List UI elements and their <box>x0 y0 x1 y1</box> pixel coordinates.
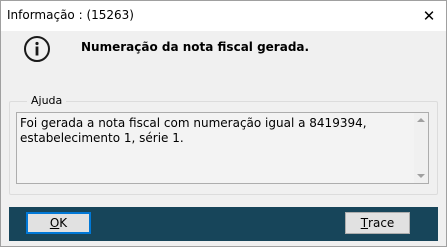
title-bar[interactable]: Informação : (15263) ✕ <box>1 1 446 31</box>
ok-mnemonic: O <box>49 216 60 230</box>
window-title: Informação : (15263) <box>7 8 134 22</box>
help-textarea[interactable]: Foi gerada a nota fiscal com numeração i… <box>16 112 429 184</box>
header-message: Numeração da nota fiscal gerada. <box>81 40 310 54</box>
ok-label-rest: K <box>59 216 68 230</box>
info-icon <box>24 36 50 62</box>
trace-button[interactable]: Trace <box>345 212 410 234</box>
scroll-up-icon[interactable] <box>417 118 425 122</box>
trace-mnemonic: T <box>360 216 369 230</box>
dialog-window: Informação : (15263) ✕ Numeração da nota… <box>0 0 447 247</box>
ok-button[interactable]: OK <box>26 212 91 234</box>
button-bar: OK Trace <box>9 207 438 241</box>
vertical-scrollbar[interactable] <box>414 113 428 183</box>
trace-label-rest: race <box>368 216 395 230</box>
close-icon: ✕ <box>422 7 436 25</box>
scroll-down-icon[interactable] <box>417 174 425 178</box>
close-button[interactable]: ✕ <box>418 5 440 27</box>
help-text: Foi gerada a nota fiscal com numeração i… <box>20 116 367 145</box>
help-group-legend: Ajuda <box>27 94 67 107</box>
